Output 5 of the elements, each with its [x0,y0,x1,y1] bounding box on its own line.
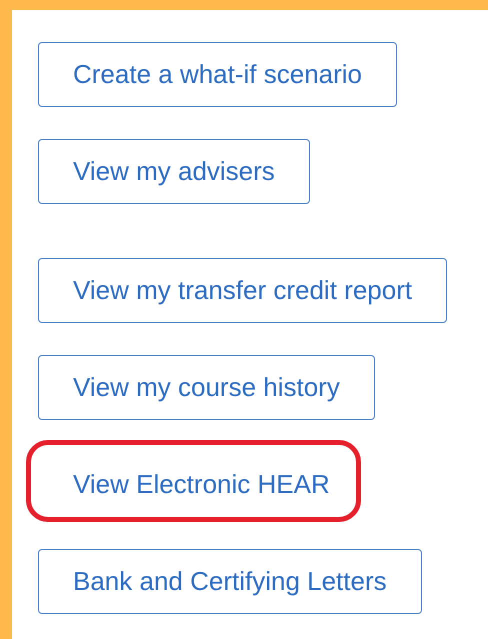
link-button[interactable]: View my course history [38,355,375,420]
link-button[interactable]: View my transfer credit report [38,258,448,323]
link-button[interactable]: View my advisers [38,139,310,204]
link-button[interactable]: Create a what-if scenario [38,42,398,107]
link-button[interactable]: Bank and Certifying Letters [38,549,422,614]
